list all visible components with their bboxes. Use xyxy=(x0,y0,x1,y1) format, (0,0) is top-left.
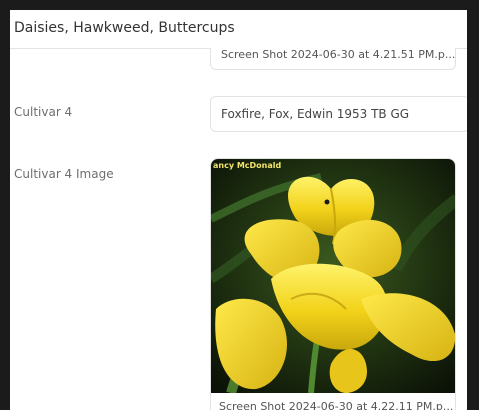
cultivar-4-value: Foxfire, Fox, Edwin 1953 TB GG xyxy=(221,107,410,121)
photo-credit: ancy McDonald xyxy=(213,161,282,170)
cultivar-4-field[interactable]: Foxfire, Fox, Edwin 1953 TB GG xyxy=(210,96,470,132)
image-caption: Screen Shot 2024-06-30 at 4.22.11 PM.p..… xyxy=(219,400,454,410)
window-frame: Daisies, Hawkweed, Buttercups Screen Sho… xyxy=(0,0,479,410)
previous-image-caption-clip: Screen Shot 2024-06-30 at 4.21.51 PM.p..… xyxy=(210,48,456,70)
page-title: Daisies, Hawkweed, Buttercups xyxy=(14,20,235,36)
cultivar-4-image-card[interactable]: ancy McDonald Screen Shot 2024-06-30 at … xyxy=(210,158,456,410)
iris-photo xyxy=(211,159,455,393)
cultivar-4-label: Cultivar 4 xyxy=(14,105,73,119)
cultivar-4-image-label: Cultivar 4 Image xyxy=(14,167,114,181)
previous-image-caption: Screen Shot 2024-06-30 at 4.21.51 PM.p..… xyxy=(221,48,456,61)
header-bar: Daisies, Hawkweed, Buttercups xyxy=(10,10,475,49)
record-panel: Daisies, Hawkweed, Buttercups Screen Sho… xyxy=(10,10,475,410)
previous-image-caption-field[interactable]: Screen Shot 2024-06-30 at 4.21.51 PM.p..… xyxy=(210,48,456,70)
right-edge-bar xyxy=(467,10,475,410)
